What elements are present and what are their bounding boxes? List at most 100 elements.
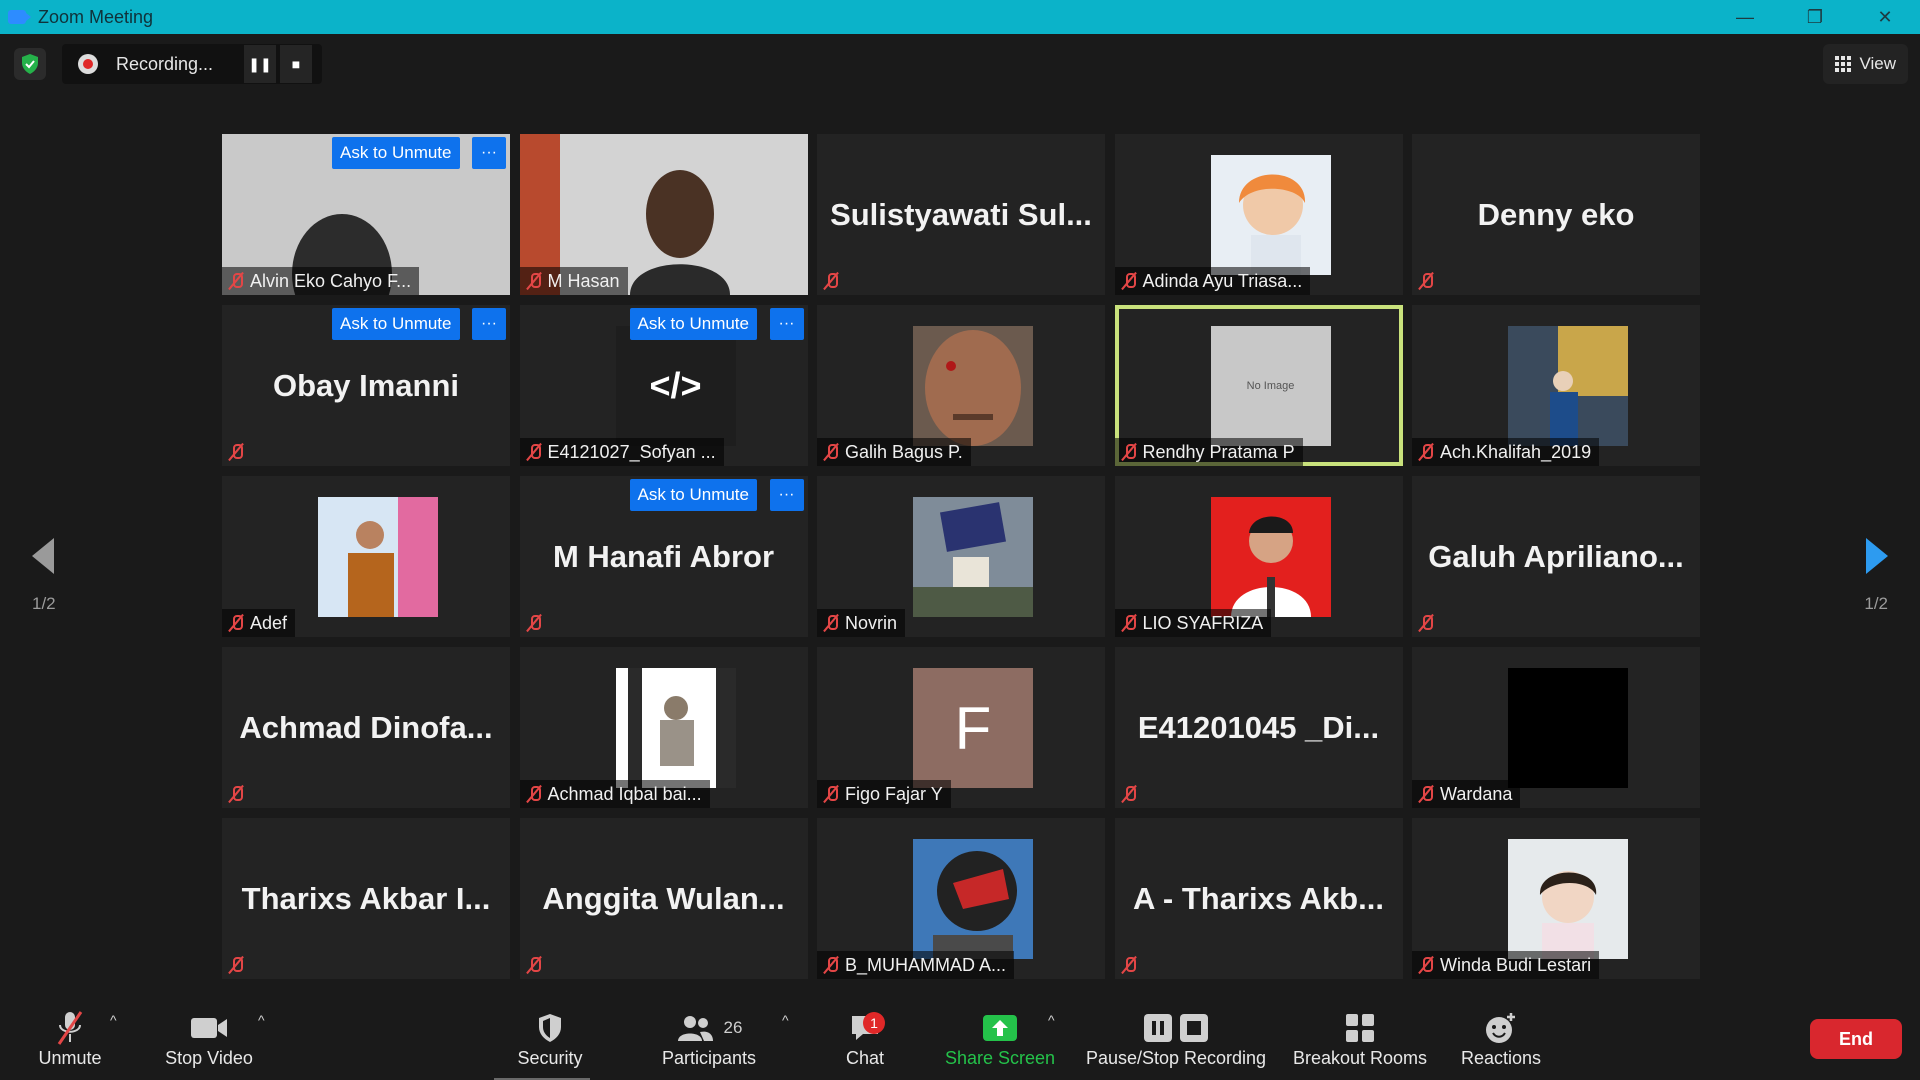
end-meeting-button[interactable]: End [1810, 1019, 1902, 1059]
audio-options-caret-icon[interactable]: ^ [110, 1012, 117, 1028]
pause-stop-recording-button[interactable]: Pause/Stop Recording [1082, 1006, 1270, 1076]
participant-tile[interactable]: B_MUHAMMAD A... [817, 818, 1105, 979]
share-screen-label: Share Screen [944, 1048, 1056, 1068]
participant-tile[interactable]: Denny eko [1412, 134, 1700, 295]
participant-name: Galih Bagus P. [845, 441, 963, 462]
participant-tile[interactable]: Alvin Eko Cahyo F... Ask to Unmute ··· [222, 134, 510, 295]
participant-avatar [913, 326, 1033, 446]
mic-muted-icon [228, 784, 244, 804]
mic-muted-icon [1121, 613, 1137, 633]
mic-muted-icon [228, 613, 244, 633]
stop-recording-icon [1180, 1014, 1208, 1042]
participant-tile[interactable]: Achmad Dinofa... [222, 647, 510, 808]
participant-avatar: </> [615, 326, 736, 446]
participant-tile[interactable]: Obay Imanni Ask to Unmute ··· [222, 305, 510, 466]
more-options-button[interactable]: ··· [769, 479, 804, 511]
previous-page-arrow-icon[interactable] [24, 532, 68, 580]
participant-name-label: Adinda Ayu Triasa... [1114, 267, 1311, 295]
more-options-button[interactable]: ··· [769, 308, 804, 340]
security-button[interactable]: Security [508, 1006, 592, 1076]
participant-tile[interactable]: Galih Bagus P. [817, 305, 1105, 466]
participants-count: 26 [723, 1018, 743, 1037]
participant-name-label [817, 267, 847, 295]
participant-tile[interactable]: A - Tharixs Akb... [1114, 818, 1403, 979]
window-title: Zoom Meeting [38, 6, 154, 27]
participant-name-label [1115, 780, 1145, 808]
participant-name-label [222, 438, 252, 466]
participant-avatar [318, 497, 438, 617]
participant-name-label [520, 609, 550, 637]
participant-display-name: Tharixs Akbar I... [241, 880, 491, 916]
reactions-button[interactable]: Reactions [1456, 1006, 1546, 1076]
participant-name: Novrin [845, 612, 898, 633]
participant-tile[interactable]: Winda Budi Lestari [1412, 818, 1700, 979]
ask-to-unmute-button[interactable]: Ask to Unmute [332, 137, 460, 169]
chat-button[interactable]: 1 Chat [834, 1006, 896, 1076]
mic-muted-icon [57, 1011, 83, 1045]
share-options-caret-icon[interactable]: ^ [1048, 1012, 1055, 1028]
encryption-shield-icon[interactable] [14, 48, 46, 80]
mic-muted-icon [526, 613, 542, 633]
ask-to-unmute-button[interactable]: Ask to Unmute [629, 308, 757, 340]
participant-tile[interactable]: Galuh Apriliano... [1412, 476, 1700, 637]
zoom-app-icon [8, 10, 31, 24]
ask-to-unmute-button[interactable]: Ask to Unmute [629, 479, 757, 511]
participant-tile[interactable]: Adinda Ayu Triasa... [1114, 134, 1403, 295]
mic-muted-icon [823, 271, 839, 291]
participant-tile[interactable]: Wardana [1412, 647, 1700, 808]
mic-muted-icon [823, 955, 839, 975]
participant-tile[interactable]: Sulistyawati Sul... [817, 134, 1105, 295]
breakout-rooms-button[interactable]: Breakout Rooms [1290, 1006, 1430, 1076]
participant-name-label: E4121027_Sofyan ... [519, 438, 724, 466]
participant-name: B_MUHAMMAD A... [845, 954, 1007, 975]
unmute-button[interactable]: Unmute [22, 1006, 118, 1076]
next-page-arrow-icon[interactable] [1852, 532, 1896, 580]
participant-tile[interactable]: Achmad Iqbal bai... [519, 647, 808, 808]
participant-tile[interactable]: LIO SYAFRIZA [1114, 476, 1403, 637]
restore-button[interactable]: ❐ [1780, 0, 1850, 34]
participant-tile[interactable]: Adef [222, 476, 510, 637]
view-button[interactable]: View [1823, 44, 1908, 84]
participant-tile[interactable]: No Image Rendhy Pratama P [1114, 305, 1403, 466]
page-indicator-left: 1/2 [32, 594, 56, 613]
participant-name: Adef [250, 612, 288, 633]
participant-tile[interactable]: Tharixs Akbar I... [222, 818, 510, 979]
participant-tile[interactable]: Ach.Khalifah_2019 [1412, 305, 1700, 466]
participant-name-label: Novrin [817, 609, 906, 637]
participant-display-name: Sulistyawati Sul... [830, 196, 1092, 232]
mic-muted-icon [526, 784, 542, 804]
close-button[interactable]: ✕ [1850, 0, 1920, 34]
reactions-label: Reactions [1460, 1048, 1542, 1068]
participant-tile[interactable]: F Figo Fajar Y [817, 647, 1105, 808]
participant-tile[interactable]: E41201045 _Di... [1114, 647, 1403, 808]
mic-muted-icon [823, 613, 839, 633]
participant-avatar [1210, 497, 1331, 617]
participant-name-label: Ach.Khalifah_2019 [1412, 438, 1600, 466]
mic-muted-icon [526, 442, 542, 462]
more-options-button[interactable]: ··· [472, 137, 506, 169]
participant-tile[interactable]: </> E4121027_Sofyan ... Ask to Unmute ··· [519, 305, 808, 466]
video-options-caret-icon[interactable]: ^ [258, 1012, 265, 1028]
minimize-button[interactable]: — [1710, 0, 1780, 34]
participant-tile[interactable]: Novrin [817, 476, 1105, 637]
participant-tile[interactable]: M Hasan [519, 134, 808, 295]
meeting-topbar: Recording... ❚❚ ■ View [0, 34, 1920, 94]
more-options-button[interactable]: ··· [472, 308, 506, 340]
stop-recording-button[interactable]: ■ [280, 45, 312, 83]
participant-tile[interactable]: Anggita Wulan... [519, 818, 808, 979]
participants-options-caret-icon[interactable]: ^ [782, 1012, 789, 1028]
ask-to-unmute-button[interactable]: Ask to Unmute [332, 308, 460, 340]
stop-video-button[interactable]: Stop Video [156, 1006, 262, 1076]
participants-button[interactable]: 26 Participants [654, 1006, 764, 1076]
pause-stop-recording-label: Pause/Stop Recording [1085, 1048, 1267, 1068]
participant-name-label [1412, 267, 1442, 295]
participant-tile[interactable]: M Hanafi Abror Ask to Unmute ··· [519, 476, 808, 637]
participant-name-label: LIO SYAFRIZA [1114, 609, 1272, 637]
participant-name: Ach.Khalifah_2019 [1440, 441, 1592, 462]
participant-name-label [520, 951, 550, 979]
security-shield-icon [539, 1014, 561, 1042]
recording-indicator: Recording... ❚❚ ■ [62, 44, 322, 84]
share-screen-button[interactable]: Share Screen [940, 1006, 1060, 1076]
pause-recording-button[interactable]: ❚❚ [244, 45, 276, 83]
participant-name: Figo Fajar Y [845, 783, 943, 804]
